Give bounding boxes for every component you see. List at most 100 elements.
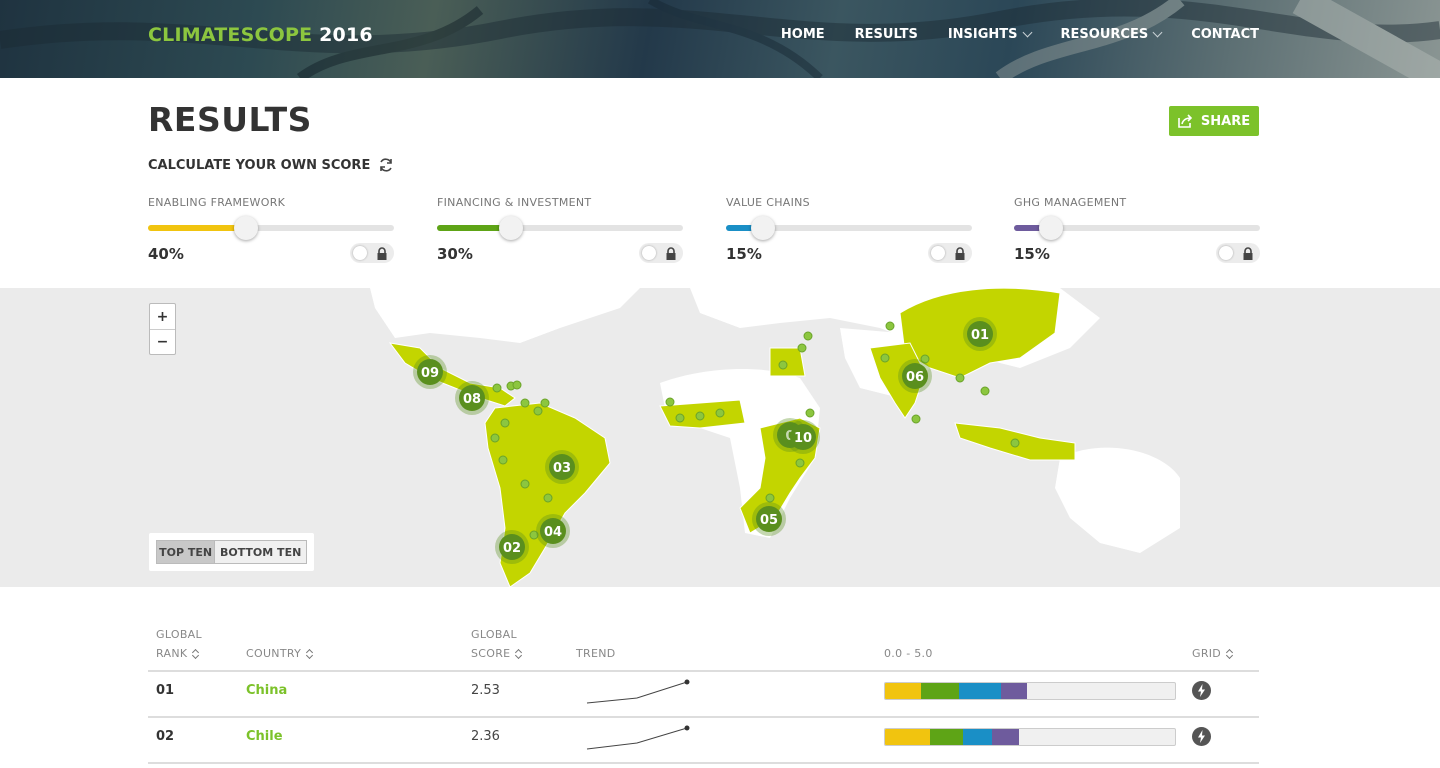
country-dot[interactable] (805, 408, 815, 418)
calculate-score: CALCULATE YOUR OWN SCORE (148, 157, 394, 173)
refresh-icon[interactable] (378, 157, 394, 173)
country-dot[interactable] (795, 458, 805, 468)
slider-label: VALUE CHAINS (726, 196, 810, 209)
lock-toggle[interactable] (1216, 243, 1260, 263)
rank-marker-label: 01 (971, 328, 989, 343)
country-dot[interactable] (520, 479, 530, 489)
trend-sparkline (586, 679, 690, 704)
col-grid-header[interactable]: GRID (1192, 644, 1234, 663)
country-dot[interactable] (498, 455, 508, 465)
score-segment (885, 729, 931, 745)
country-dot[interactable] (803, 331, 813, 341)
row-rank: 01 (156, 683, 175, 698)
nav-home[interactable]: HOME (781, 27, 825, 42)
rank-marker[interactable]: 09 (413, 355, 447, 389)
col-country-header[interactable]: COUNTRY (246, 644, 314, 663)
share-button[interactable]: SHARE (1169, 106, 1259, 136)
country-dot[interactable] (490, 433, 500, 443)
slider-financing-investment: FINANCING & INVESTMENT 30% (437, 196, 683, 263)
nav-resources[interactable]: RESOURCES (1060, 27, 1163, 42)
rank-marker-label: 05 (760, 513, 778, 528)
grid-icon[interactable] (1192, 727, 1211, 746)
lock-toggle[interactable] (928, 243, 972, 263)
table-row[interactable]: 01 China 2.53 (148, 672, 1259, 718)
country-dot[interactable] (1010, 438, 1020, 448)
country-dot[interactable] (492, 383, 502, 393)
country-dot[interactable] (765, 493, 775, 503)
country-dot[interactable] (778, 360, 788, 370)
country-dot[interactable] (520, 398, 530, 408)
slider-track[interactable] (1014, 216, 1260, 240)
toggle-knob (931, 246, 945, 260)
nav-resources-label: RESOURCES (1060, 27, 1149, 42)
rank-marker[interactable]: 06 (898, 359, 932, 393)
country-dot[interactable] (797, 343, 807, 353)
rank-marker[interactable]: 02 (495, 530, 529, 564)
col-rank-label-1: GLOBAL (156, 628, 202, 641)
rank-marker[interactable]: 10 (786, 420, 820, 454)
calculate-label: CALCULATE YOUR OWN SCORE (148, 157, 371, 173)
sort-icon (306, 648, 314, 660)
site-logo[interactable]: CLIMATESCOPE 2016 (148, 24, 373, 46)
country-dot[interactable] (533, 406, 543, 416)
rank-marker[interactable]: 08 (455, 381, 489, 415)
grid-icon[interactable] (1192, 681, 1211, 700)
slider-handle[interactable] (498, 216, 523, 240)
rank-marker-label: 09 (421, 366, 439, 381)
rank-marker[interactable]: 01 (963, 317, 997, 351)
country-dot[interactable] (675, 413, 685, 423)
slider-handle[interactable] (234, 216, 259, 240)
slider-handle[interactable] (750, 216, 775, 240)
toggle-knob (1219, 246, 1233, 260)
slider-track[interactable] (726, 216, 972, 240)
country-dot[interactable] (500, 418, 510, 428)
country-dot[interactable] (665, 397, 675, 407)
nav-insights[interactable]: INSIGHTS (948, 27, 1032, 42)
main-nav: HOME RESULTS INSIGHTS RESOURCES CONTACT (781, 27, 1259, 42)
country-dot[interactable] (540, 398, 550, 408)
slider-track[interactable] (437, 216, 683, 240)
rank-marker[interactable]: 03 (545, 450, 579, 484)
country-dot[interactable] (880, 353, 890, 363)
score-segment (963, 729, 993, 745)
row-country-link[interactable]: China (246, 683, 287, 698)
lock-toggle[interactable] (639, 243, 683, 263)
row-score: 2.36 (471, 729, 500, 744)
score-segment (1000, 683, 1028, 699)
slider-value: 15% (1014, 245, 1050, 263)
row-country-link[interactable]: Chile (246, 729, 283, 744)
rank-marker[interactable]: 04 (536, 514, 570, 548)
lock-icon (666, 246, 676, 260)
slider-handle[interactable] (1038, 216, 1063, 240)
country-dot[interactable] (911, 414, 921, 424)
lock-icon (377, 246, 387, 260)
nav-contact-label: CONTACT (1191, 27, 1259, 42)
country-dot[interactable] (980, 386, 990, 396)
score-segment (958, 683, 1001, 699)
score-segment (885, 683, 921, 699)
nav-contact[interactable]: CONTACT (1191, 27, 1259, 42)
site-header: CLIMATESCOPE 2016 HOME RESULTS INSIGHTS … (0, 0, 1440, 78)
slider-value: 15% (726, 245, 762, 263)
sort-icon (515, 648, 523, 660)
share-label: SHARE (1200, 113, 1251, 129)
logo-year: 2016 (319, 24, 373, 46)
lock-toggle[interactable] (350, 243, 394, 263)
col-rank-header[interactable]: GLOBAL RANK (156, 625, 202, 663)
country-dot[interactable] (543, 493, 553, 503)
nav-results[interactable]: RESULTS (855, 27, 918, 42)
country-dot[interactable] (885, 321, 895, 331)
toggle-knob (353, 246, 367, 260)
rank-marker[interactable]: 05 (752, 502, 786, 536)
country-dot[interactable] (715, 408, 725, 418)
col-score-header[interactable]: GLOBAL SCORE (471, 625, 523, 663)
slider-track[interactable] (148, 216, 394, 240)
country-dot[interactable] (955, 373, 965, 383)
score-bar (884, 728, 1176, 746)
col-country-label: COUNTRY (246, 647, 302, 660)
lock-icon (1243, 246, 1253, 260)
lock-icon (955, 246, 965, 260)
country-dot[interactable] (695, 411, 705, 421)
table-row[interactable]: 02 Chile 2.36 (148, 718, 1259, 764)
country-dot[interactable] (512, 380, 522, 390)
